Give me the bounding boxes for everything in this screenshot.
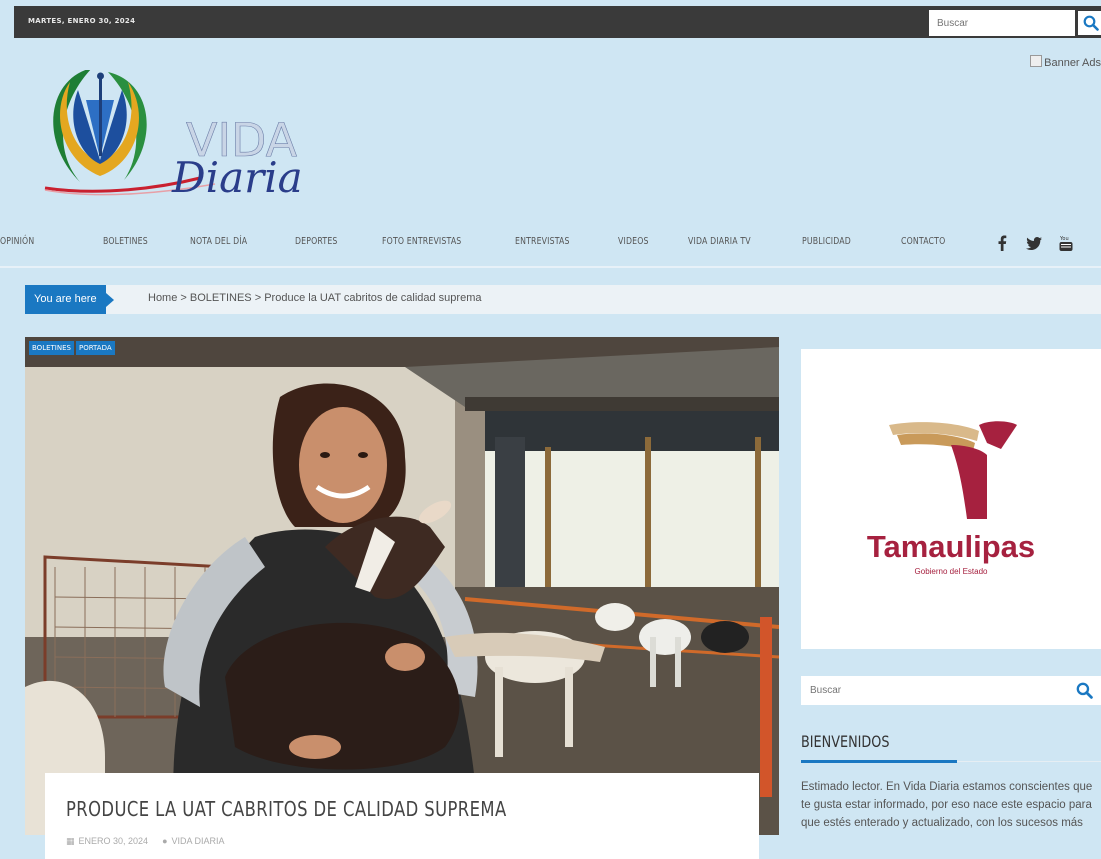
- nav-item-boletines[interactable]: BOLETINES: [103, 236, 148, 247]
- post-date-meta: ▦ ENERO 30, 2024: [66, 836, 148, 847]
- category-tags: BOLETINES PORTADA: [29, 341, 115, 355]
- svg-text:You: You: [1059, 236, 1069, 242]
- breadcrumb: You are here Home > BOLETINES > Produce …: [25, 285, 1101, 314]
- ad-brand-name: Tamaulipas: [866, 529, 1036, 564]
- nav-item-entrevistas[interactable]: ENTREVISTAS: [515, 236, 570, 247]
- post-meta: ▦ ENERO 30, 2024 ● VIDA DIARIA: [66, 836, 225, 847]
- banner-ad-placeholder[interactable]: Banner Ads: [1030, 55, 1101, 69]
- nav-item-opinion[interactable]: OPINIÓN: [0, 236, 34, 247]
- top-search-input[interactable]: [929, 10, 1075, 36]
- top-bar: MARTES, ENERO 30, 2024: [14, 6, 1101, 38]
- sidebar-search-button[interactable]: [1068, 676, 1101, 705]
- breadcrumb-separator: >: [180, 292, 187, 304]
- logo-word-diaria: Diaria: [171, 153, 303, 200]
- widget-title-underline: [801, 760, 957, 763]
- post-date[interactable]: ENERO 30, 2024: [79, 836, 149, 846]
- nav-item-nota-del-dia[interactable]: NOTA DEL DÍA: [190, 236, 247, 247]
- breadcrumb-category-link[interactable]: BOLETINES: [190, 292, 252, 304]
- search-icon: [1083, 15, 1099, 31]
- top-search-button[interactable]: [1078, 11, 1101, 35]
- breadcrumb-home-link[interactable]: Home: [148, 292, 177, 304]
- youtube-icon[interactable]: You: [1057, 234, 1075, 252]
- tamaulipas-logo-mark: [889, 421, 1017, 519]
- widget-divider: [957, 761, 1101, 762]
- post-title[interactable]: PRODUCE LA UAT CABRITOS DE CALIDAD SUPRE…: [66, 797, 507, 821]
- social-links: You: [993, 228, 1075, 258]
- post-title-card: PRODUCE LA UAT CABRITOS DE CALIDAD SUPRE…: [45, 773, 759, 859]
- search-icon: [1076, 682, 1093, 699]
- featured-photo: [25, 337, 779, 835]
- tag-portada[interactable]: PORTADA: [75, 341, 115, 355]
- nav-item-deportes[interactable]: DEPORTES: [295, 236, 338, 247]
- nav-item-foto-entrevistas[interactable]: FOTO ENTREVISTAS: [382, 236, 461, 247]
- ad-brand-subtitle: Gobierno del Estado: [914, 567, 988, 576]
- main-nav: OPINIÓN BOLETINES NOTA DEL DÍA DEPORTES …: [0, 228, 1101, 258]
- breadcrumb-trail: Home > BOLETINES > Produce la UAT cabrit…: [148, 292, 481, 304]
- sidebar-ad-tamaulipas[interactable]: Tamaulipas Gobierno del Estado: [801, 349, 1101, 649]
- featured-image[interactable]: BOLETINES PORTADA: [25, 337, 779, 835]
- twitter-icon[interactable]: [1025, 234, 1043, 252]
- widget-welcome-text: Estimado lector. En Vida Diaria estamos …: [801, 781, 1093, 829]
- calendar-icon: ▦: [66, 836, 75, 846]
- post-author-meta: ● VIDA DIARIA: [162, 836, 224, 847]
- nav-item-vida-diaria-tv[interactable]: VIDA DIARIA TV: [688, 236, 751, 247]
- breadcrumb-separator: >: [254, 292, 262, 304]
- nav-item-contacto[interactable]: CONTACTO: [901, 236, 945, 247]
- breadcrumb-current: Produce la UAT cabritos de calidad supre…: [264, 292, 482, 304]
- user-icon: ●: [162, 836, 168, 846]
- breadcrumb-label: You are here: [25, 285, 114, 314]
- tag-boletines[interactable]: BOLETINES: [29, 341, 74, 355]
- post-author[interactable]: VIDA DIARIA: [172, 836, 225, 846]
- current-date: MARTES, ENERO 30, 2024: [28, 17, 136, 25]
- nav-item-videos[interactable]: VIDEOS: [618, 236, 649, 247]
- broken-image-icon: [1030, 55, 1043, 67]
- nav-divider: [0, 266, 1101, 268]
- site-logo[interactable]: VIDA Diaria: [40, 68, 330, 202]
- nav-item-publicidad[interactable]: PUBLICIDAD: [802, 236, 851, 247]
- widget-title: BIENVENIDOS: [801, 732, 890, 751]
- facebook-icon[interactable]: [993, 234, 1011, 252]
- sidebar-search-input[interactable]: [801, 676, 1068, 705]
